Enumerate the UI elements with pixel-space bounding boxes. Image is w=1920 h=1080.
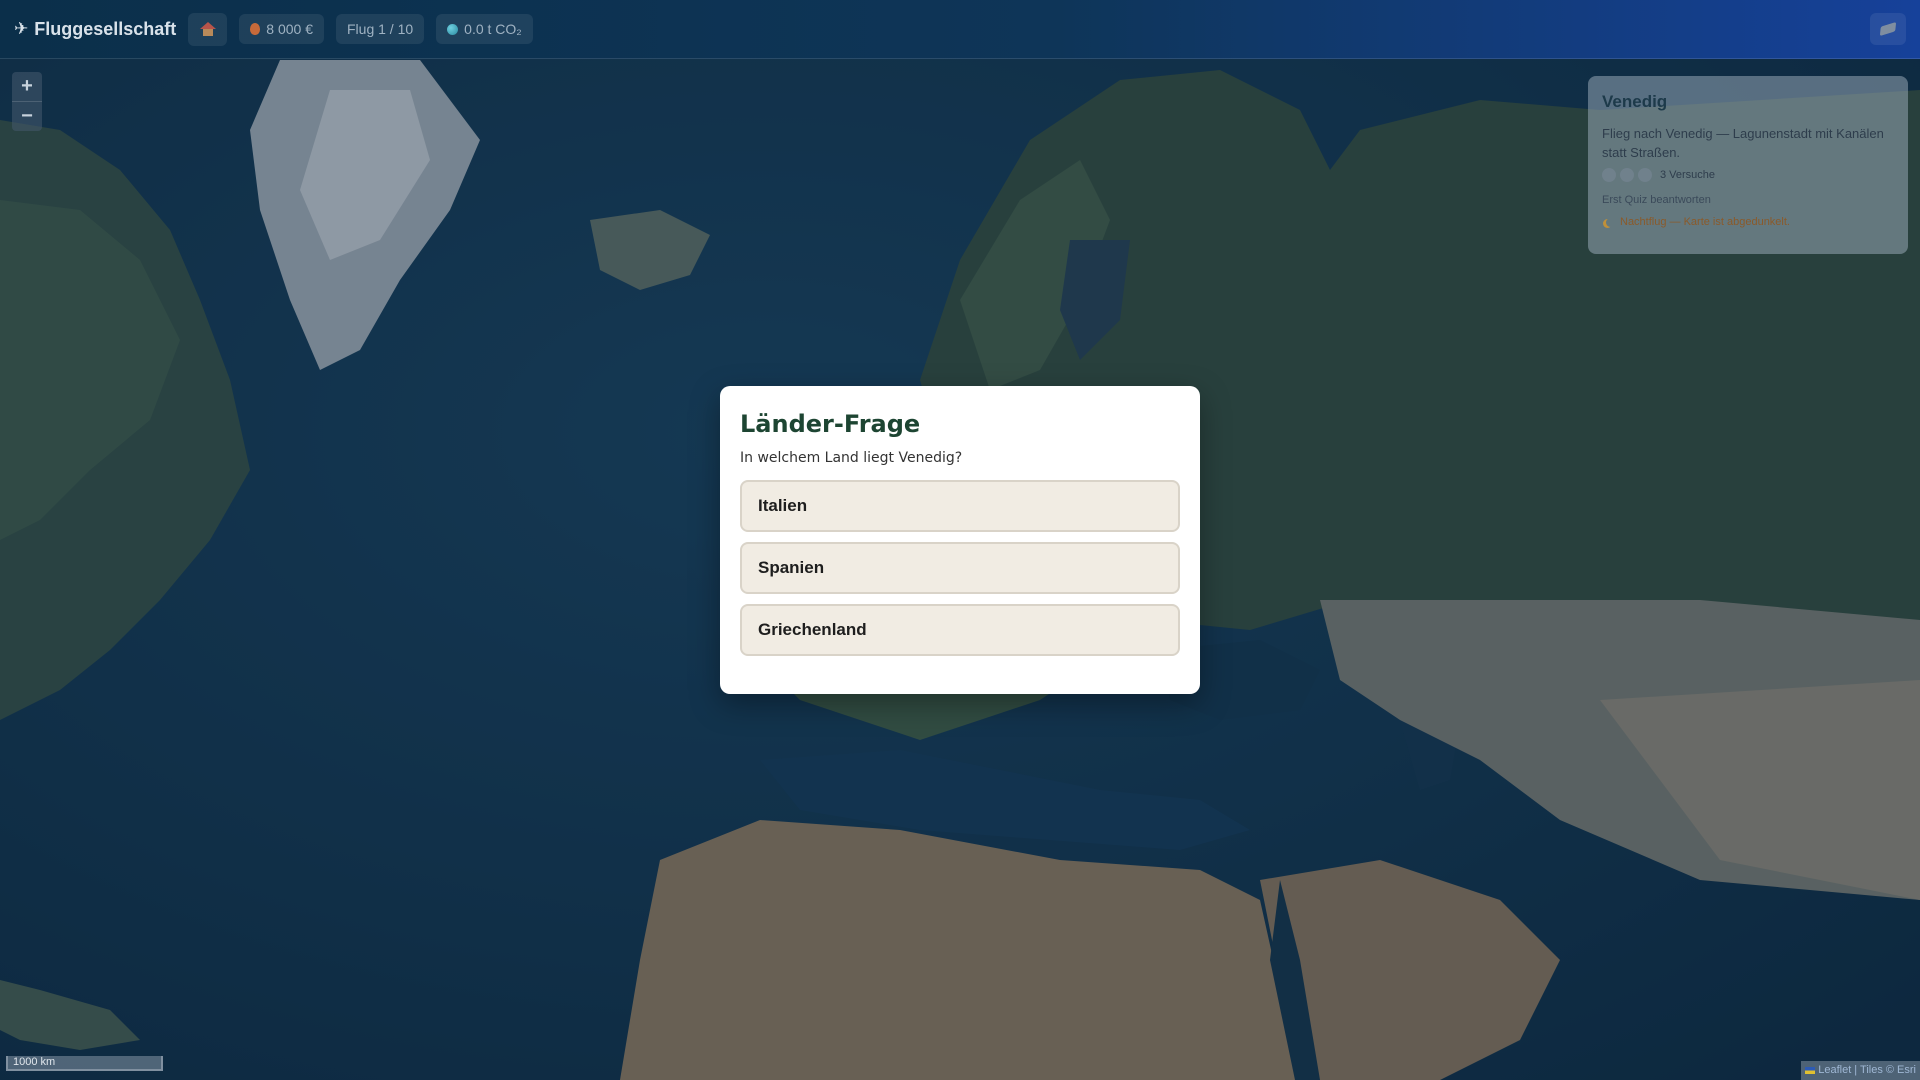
co2-value: 0.0 t CO₂ bbox=[464, 21, 522, 37]
flight-counter: Flug 1 / 10 bbox=[347, 21, 414, 37]
brand-name: Fluggesellschaft bbox=[34, 18, 177, 39]
co2-chip: 0.0 t CO₂ bbox=[436, 14, 533, 44]
attempts-indicator: 3 Versuche bbox=[1602, 168, 1894, 182]
mission-note: Erst Quiz beantworten bbox=[1602, 194, 1711, 206]
money-bag-icon bbox=[250, 23, 261, 35]
zoom-in-button[interactable]: + bbox=[12, 72, 42, 101]
theme-toggle-button[interactable] bbox=[1870, 13, 1906, 45]
attempt-dot bbox=[1638, 168, 1652, 182]
money-value: 8 000 € bbox=[266, 21, 313, 37]
top-bar: ✈ Fluggesellschaft 8 000 € Flug 1 / 10 0… bbox=[0, 0, 1920, 59]
moon-icon bbox=[1606, 218, 1615, 227]
flight-counter-chip: Flug 1 / 10 bbox=[336, 14, 425, 44]
plane-wing-icon bbox=[1879, 21, 1897, 37]
attempt-dot bbox=[1602, 168, 1616, 182]
map-attribution: Leaflet | Tiles © Esri bbox=[1801, 1061, 1920, 1080]
attempts-label: 3 Versuche bbox=[1660, 169, 1716, 181]
mission-panel: Venedig Flieg nach Venedig — Lagunenstad… bbox=[1588, 76, 1908, 254]
mission-title: Venedig bbox=[1602, 92, 1668, 111]
answer-button-griechenland[interactable]: Griechenland bbox=[740, 604, 1180, 656]
answer-button-spanien[interactable]: Spanien bbox=[740, 542, 1180, 594]
leaflet-link[interactable]: Leaflet bbox=[1818, 1061, 1851, 1080]
zoom-out-button[interactable]: − bbox=[12, 101, 42, 131]
quiz-modal: Länder-Frage In welchem Land liegt Vened… bbox=[720, 386, 1200, 694]
home-button[interactable] bbox=[188, 12, 228, 46]
flag-icon bbox=[1805, 1067, 1816, 1074]
map-scale: 1000 km bbox=[6, 1056, 163, 1071]
attempt-dot bbox=[1620, 168, 1634, 182]
brand: ✈ Fluggesellschaft bbox=[14, 19, 176, 40]
tiles-attribution: | Tiles © Esri bbox=[1854, 1064, 1916, 1076]
night-notice-text: Nachtflug — Karte ist abgedunkelt. bbox=[1620, 216, 1790, 228]
night-notice: Nachtflug — Karte ist abgedunkelt. bbox=[1602, 216, 1894, 228]
zoom-control: + − bbox=[12, 72, 42, 131]
home-icon bbox=[199, 22, 216, 36]
mission-description: Flieg nach Venedig — Lagunenstadt mit Ka… bbox=[1602, 126, 1884, 160]
answer-button-italien[interactable]: Italien bbox=[740, 480, 1180, 532]
airplane-icon: ✈ bbox=[14, 19, 29, 38]
quiz-question: In welchem Land liegt Venedig? bbox=[740, 450, 963, 466]
globe-icon bbox=[447, 23, 459, 35]
money-chip: 8 000 € bbox=[239, 14, 324, 44]
quiz-title: Länder-Frage bbox=[740, 410, 921, 438]
